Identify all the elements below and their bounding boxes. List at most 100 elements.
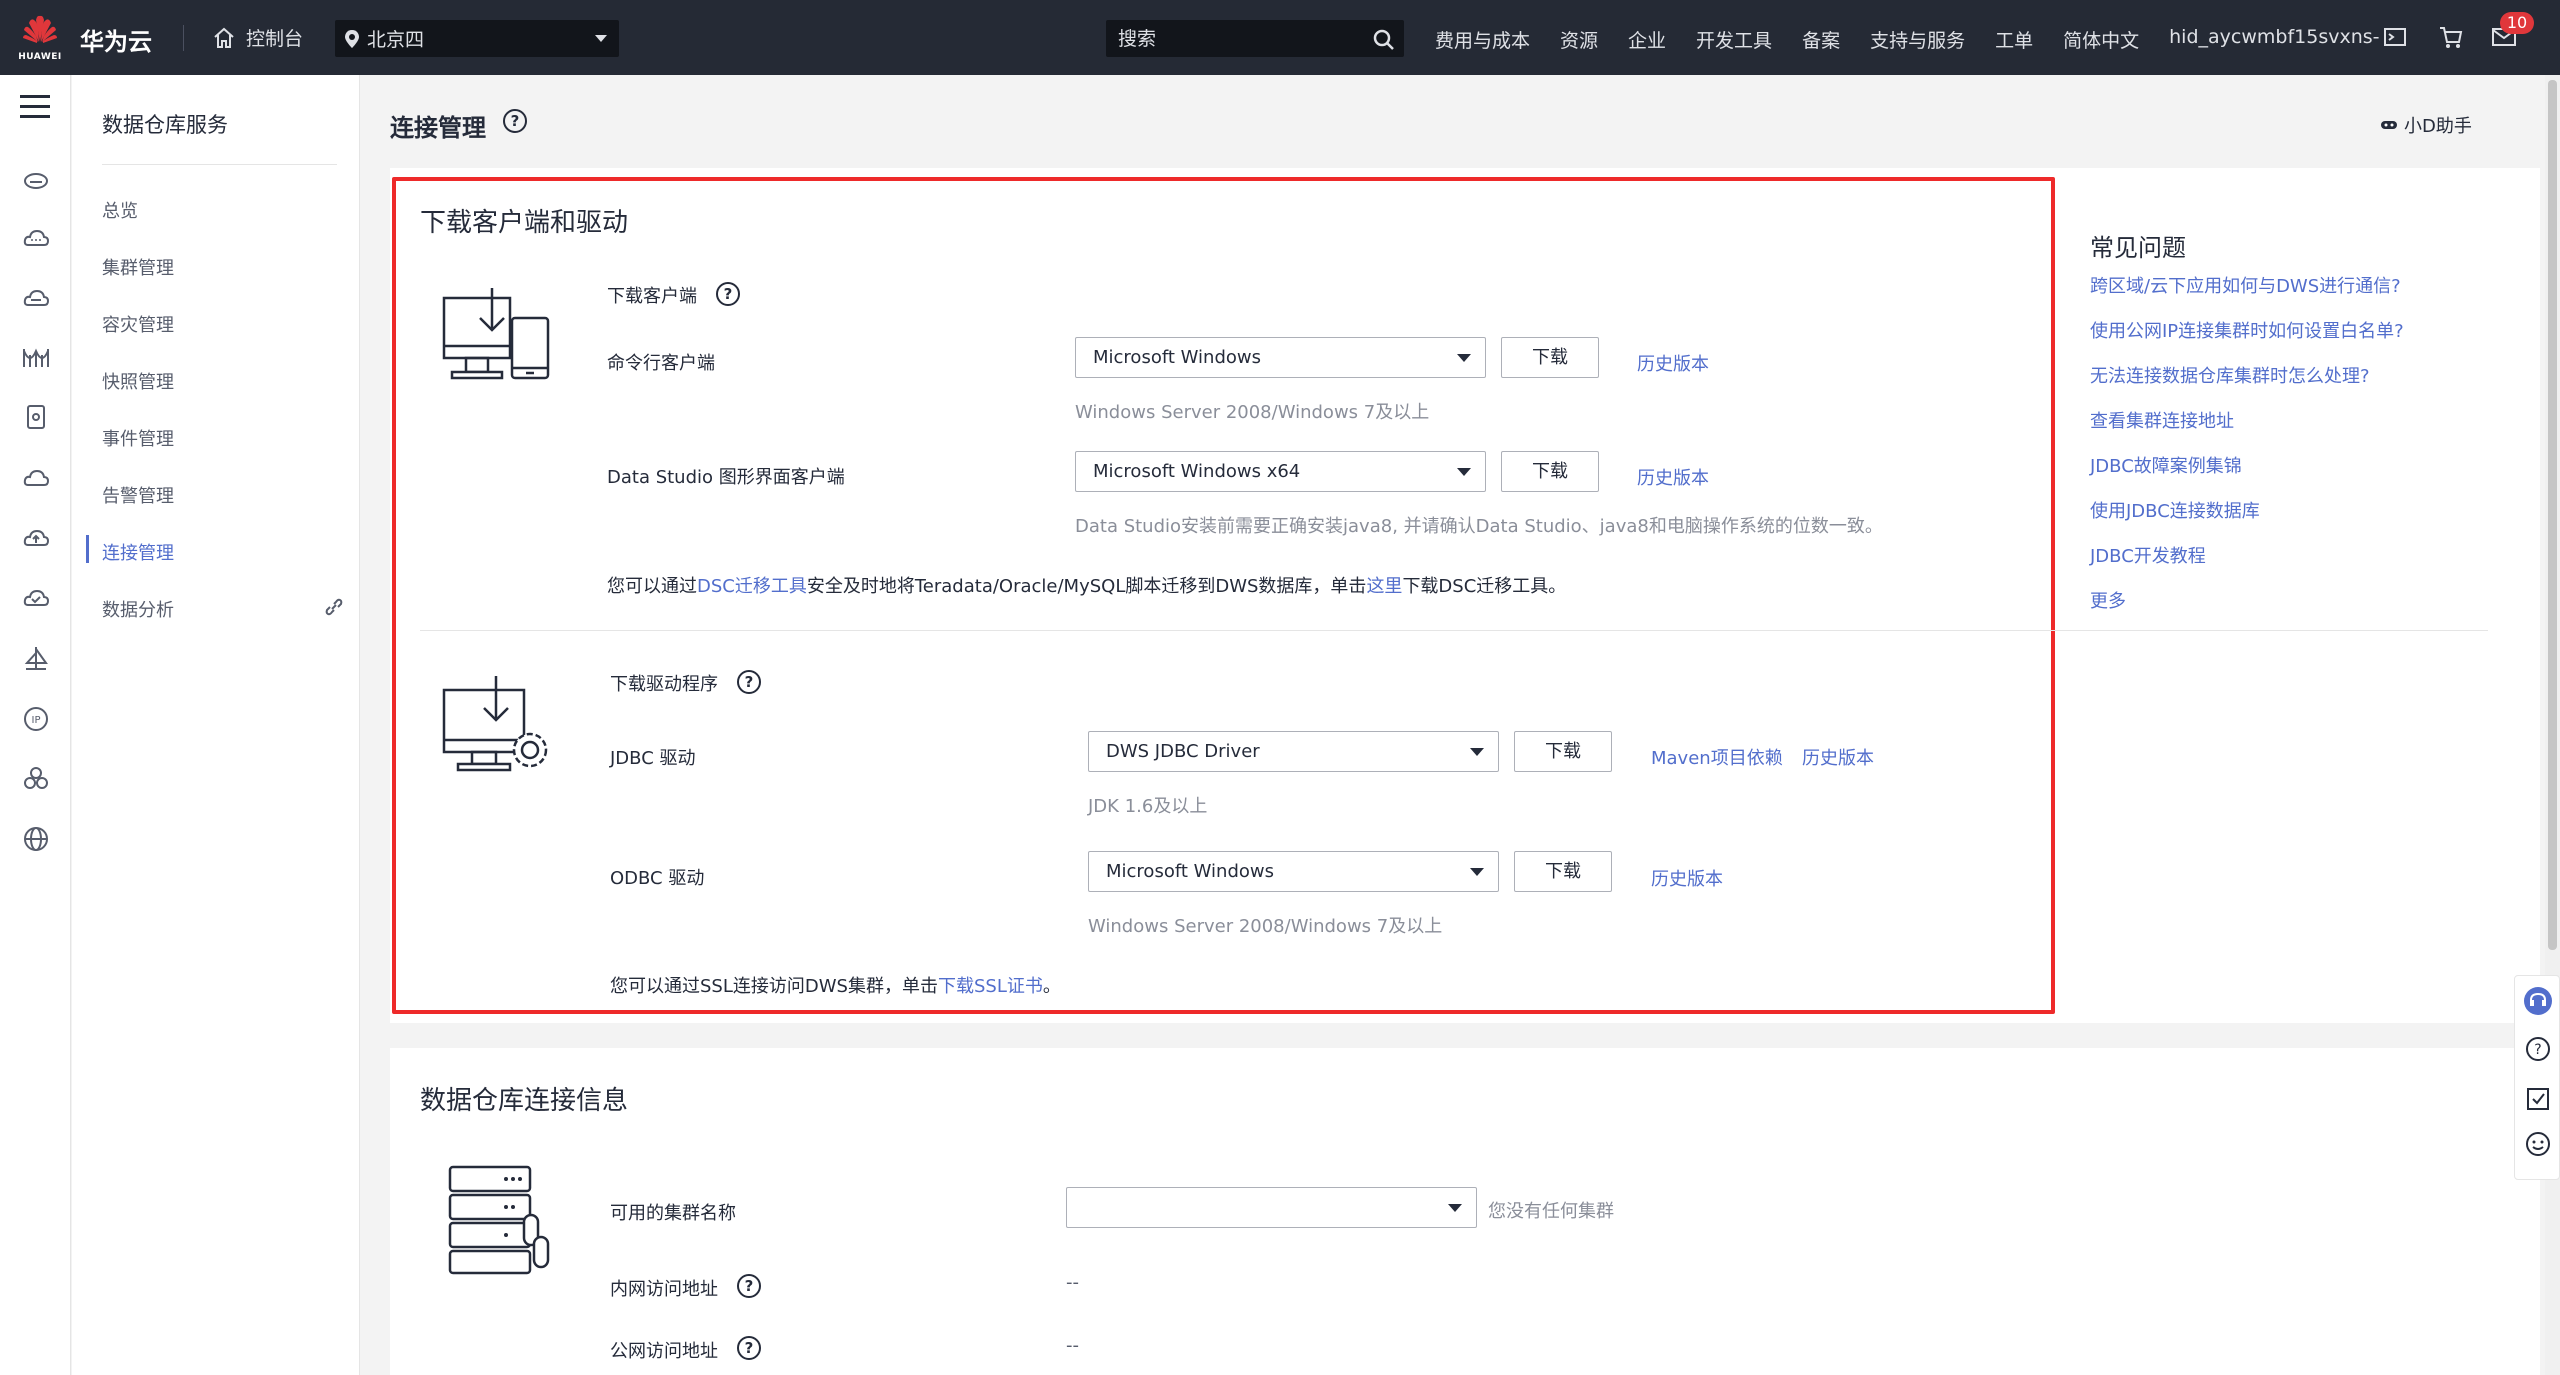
console-link[interactable]: 控制台 (212, 24, 303, 51)
nav-devtools[interactable]: 开发工具 (1696, 26, 1772, 53)
odbc-history-link[interactable]: 历史版本 (1651, 865, 1723, 891)
cloud-icon[interactable] (22, 225, 50, 253)
chevron-down-icon (1457, 468, 1471, 476)
sidebar-item-snapshots[interactable]: 快照管理 (102, 368, 174, 394)
sidebar-item-analytics[interactable]: 数据分析 (102, 596, 174, 622)
faq-link[interactable]: 使用JDBC连接数据库 (2090, 497, 2260, 523)
notification-badge: 10 (2500, 12, 2534, 34)
datastudio-os-select[interactable]: Microsoft Windows x64 (1075, 451, 1486, 492)
nav-billing[interactable]: 费用与成本 (1435, 26, 1530, 53)
customer-service-icon[interactable] (2523, 986, 2553, 1016)
chevron-down-icon (1470, 748, 1484, 756)
dsc-note-middle: 安全及时地将Teradata/Oracle/MySQL脚本迁移到DWS数据库，单… (806, 576, 1367, 597)
globe-icon[interactable] (22, 825, 50, 853)
nav-support[interactable]: 支持与服务 (1870, 26, 1965, 53)
chevron-down-icon (1457, 354, 1471, 362)
cloud-sync-icon[interactable] (22, 465, 50, 493)
help-icon[interactable]: ? (737, 670, 761, 694)
separator (183, 25, 184, 51)
help-icon[interactable]: ? (716, 282, 740, 306)
service-icon-rail: IP (0, 75, 71, 1375)
dsc-note-suffix: 下载DSC迁移工具。 (1402, 576, 1567, 597)
datastudio-history-link[interactable]: 历史版本 (1637, 464, 1709, 490)
dsc-here-link[interactable]: 这里 (1366, 576, 1402, 597)
odbc-download-button[interactable]: 下载 (1514, 851, 1612, 892)
ssl-cert-link[interactable]: 下载SSL证书 (938, 976, 1043, 997)
dsc-note: 您可以通过DSC迁移工具安全及时地将Teradata/Oracle/MySQL脚… (607, 572, 1566, 598)
server-link-illustration (448, 1165, 550, 1275)
separator (102, 164, 337, 165)
region-label: 北京四 (367, 29, 425, 51)
cloud-upload-icon[interactable] (22, 525, 50, 553)
faq-link[interactable]: 无法连接数据仓库集群时怎么处理? (2090, 362, 2370, 388)
jdbc-label: JDBC 驱动 (610, 748, 696, 769)
cli-download-button[interactable]: 下载 (1501, 337, 1599, 378)
sidebar-item-connections[interactable]: 连接管理 (102, 539, 174, 565)
faq-link[interactable]: JDBC故障案例集锦 (2090, 452, 2242, 478)
odbc-os-select[interactable]: Microsoft Windows (1088, 851, 1499, 892)
help-icon[interactable]: ? (2525, 1036, 2551, 1062)
cloud-check-icon[interactable] (22, 585, 50, 613)
faq-link[interactable]: 查看集群连接地址 (2090, 407, 2234, 433)
home-icon (214, 27, 234, 48)
dsc-note-prefix: 您可以通过 (607, 576, 697, 597)
assistant-button[interactable]: 小D助手 (2380, 112, 2472, 138)
sidebar-item-clusters[interactable]: 集群管理 (102, 254, 174, 280)
smiley-icon[interactable] (2525, 1131, 2551, 1157)
nav-icp[interactable]: 备案 (1802, 26, 1840, 53)
cloud-db-icon[interactable] (22, 165, 50, 193)
sidebar-item-alarms[interactable]: 告警管理 (102, 482, 174, 508)
jdbc-download-button[interactable]: 下载 (1514, 731, 1612, 772)
ip-icon[interactable]: IP (22, 705, 50, 733)
help-icon[interactable]: ? (737, 1336, 761, 1360)
sail-icon[interactable] (22, 645, 50, 673)
private-address-label: 内网访问地址 (610, 1279, 718, 1300)
faq-more-link[interactable]: 更多 (2090, 587, 2126, 613)
driver-download-illustration (442, 676, 548, 772)
top-nav-menu: 费用与成本 资源 企业 开发工具 备案 支持与服务 工单 简体中文 hid_ay… (1435, 26, 2380, 53)
jdbc-history-link[interactable]: 历史版本 (1802, 744, 1874, 770)
sidebar-item-dr[interactable]: 容灾管理 (102, 311, 174, 337)
faq-link[interactable]: 跨区域/云下应用如何与DWS进行通信? (2090, 272, 2401, 298)
help-icon[interactable]: ? (503, 109, 527, 133)
huawei-logo[interactable]: HUAWEI (18, 12, 62, 64)
page-title: 连接管理 (390, 114, 486, 142)
jdbc-driver-select[interactable]: DWS JDBC Driver (1088, 731, 1499, 772)
faq-link[interactable]: 使用公网IP连接集群时如何设置白名单? (2090, 317, 2404, 343)
brand-name[interactable]: 华为云 (80, 22, 152, 57)
device-icon[interactable] (22, 403, 50, 431)
cloud-server-icon[interactable] (22, 285, 50, 313)
odbc-os-value: Microsoft Windows (1106, 861, 1274, 882)
sidebar-item-overview[interactable]: 总览 (102, 197, 138, 223)
feedback-icon[interactable] (2525, 1086, 2551, 1112)
cli-os-select[interactable]: Microsoft Windows (1075, 337, 1486, 378)
bridge-icon[interactable] (22, 343, 50, 371)
nav-resources[interactable]: 资源 (1560, 26, 1598, 53)
assistant-label: 小D助手 (2404, 116, 2472, 137)
cli-history-link[interactable]: 历史版本 (1637, 350, 1709, 376)
faq-link[interactable]: JDBC开发教程 (2090, 542, 2206, 568)
nav-enterprise[interactable]: 企业 (1628, 26, 1666, 53)
cluster-icon[interactable] (22, 765, 50, 793)
external-link-icon[interactable] (324, 597, 344, 617)
scrollbar-thumb[interactable] (2548, 80, 2557, 950)
search-input[interactable] (1106, 20, 1404, 57)
private-address-value: -- (1066, 1272, 1079, 1293)
dsc-tool-link[interactable]: DSC迁移工具 (697, 576, 807, 597)
odbc-label: ODBC 驱动 (610, 868, 705, 889)
region-selector[interactable]: 北京四 (335, 20, 619, 57)
sidebar-item-events[interactable]: 事件管理 (102, 425, 174, 451)
menu-icon[interactable] (20, 95, 50, 118)
search-icon[interactable] (1372, 28, 1396, 52)
floating-toolbar: ? (2514, 975, 2560, 1180)
terminal-icon[interactable] (2383, 25, 2407, 49)
cart-icon[interactable] (2438, 25, 2464, 51)
maven-link[interactable]: Maven项目依赖 (1651, 744, 1783, 770)
nav-tickets[interactable]: 工单 (1995, 26, 2033, 53)
cluster-name-select[interactable] (1066, 1187, 1477, 1228)
datastudio-download-button[interactable]: 下载 (1501, 451, 1599, 492)
public-address-value: -- (1066, 1335, 1079, 1356)
nav-language[interactable]: 简体中文 (2063, 26, 2139, 53)
nav-account[interactable]: hid_aycwmbf15svxns- (2169, 26, 2379, 53)
help-icon[interactable]: ? (737, 1274, 761, 1298)
